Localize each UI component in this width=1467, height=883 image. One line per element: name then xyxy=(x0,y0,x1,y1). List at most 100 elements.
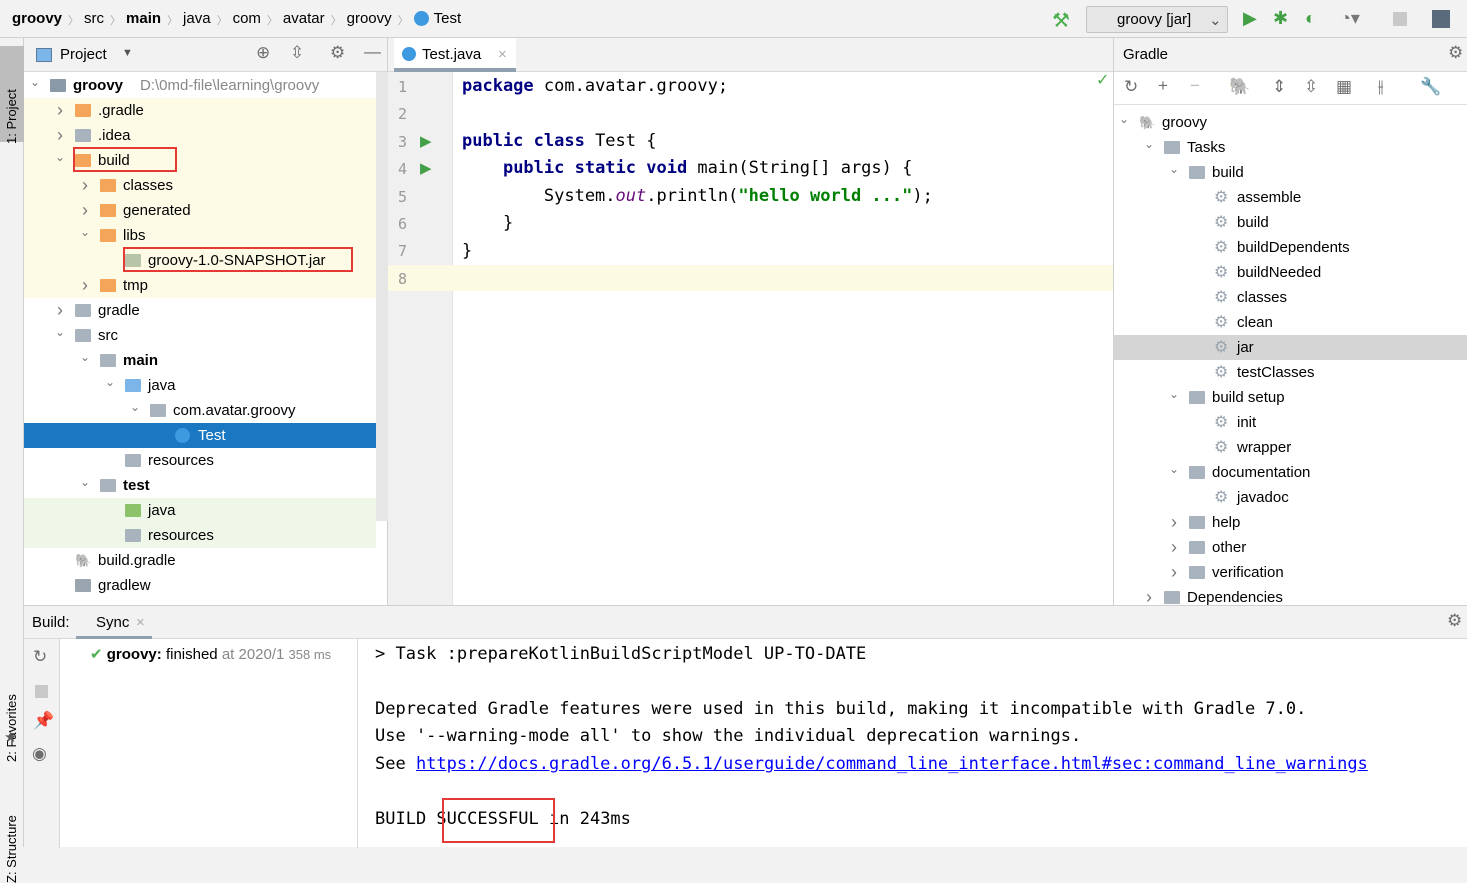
gear-icon[interactable]: ⚙ xyxy=(1448,43,1463,63)
breadcrumb-item[interactable]: avatar xyxy=(283,10,325,27)
run-gutter-icon[interactable]: ▶ xyxy=(420,132,432,150)
tree-item[interactable]: ⌄ java xyxy=(24,373,376,398)
locate-icon[interactable]: ⊕ xyxy=(256,43,270,63)
minus-icon[interactable]: − xyxy=(1190,76,1200,96)
tree-item[interactable]: › other xyxy=(1114,535,1467,560)
run-gutter-icon[interactable]: ▶ xyxy=(420,159,432,177)
chevron-right-icon[interactable]: › xyxy=(1167,535,1181,560)
tab-test-java[interactable]: Test.java × xyxy=(394,38,516,72)
tree-item[interactable]: 🐘 build.gradle xyxy=(24,548,376,573)
tree-item[interactable]: ⚙ assemble xyxy=(1114,185,1467,210)
tree-item[interactable]: ⚙ wrapper xyxy=(1114,435,1467,460)
tree-item[interactable]: › .gradle xyxy=(24,98,376,123)
run-config-dropdown[interactable]: groovy [jar] ⌄ xyxy=(1086,6,1228,33)
chevron-down-icon[interactable]: ⌄ xyxy=(53,323,67,341)
chevron-down-icon[interactable]: ⌄ xyxy=(1167,160,1181,178)
tree-item[interactable]: ⌄ test xyxy=(24,473,376,498)
breadcrumb-item[interactable]: main xyxy=(126,10,161,27)
chevron-down-icon[interactable]: ▼ xyxy=(122,47,133,59)
tree-item[interactable]: ⌄ documentation xyxy=(1114,460,1467,485)
code-line[interactable]: } xyxy=(462,213,513,233)
chevron-right-icon[interactable]: › xyxy=(53,298,67,323)
pin-icon[interactable]: 📌 xyxy=(33,711,54,731)
code-line[interactable]: System.out.println("hello world ..."); xyxy=(462,186,933,206)
project-view-selector[interactable]: Project xyxy=(60,46,107,63)
plus-icon[interactable]: + xyxy=(1158,76,1168,96)
gear-icon[interactable]: ⚙ xyxy=(330,43,345,63)
code-line[interactable]: } xyxy=(462,241,472,261)
chevron-down-icon[interactable]: ⌄ xyxy=(53,148,67,166)
tree-item[interactable]: › gradle xyxy=(24,298,376,323)
tree-item[interactable]: ⌄ src xyxy=(24,323,376,348)
chevron-right-icon[interactable]: › xyxy=(78,198,92,223)
stop-icon[interactable] xyxy=(35,685,48,698)
rerun-icon[interactable]: ↻ xyxy=(33,647,47,667)
debug-icon[interactable]: ✱ xyxy=(1273,8,1288,29)
collapse-all-icon[interactable]: ⇳ xyxy=(290,43,304,63)
tree-item[interactable]: ⚙ init xyxy=(1114,410,1467,435)
chevron-right-icon[interactable]: › xyxy=(1167,560,1181,585)
chevron-down-icon[interactable]: ⌄ xyxy=(1117,110,1131,128)
tree-item[interactable]: ⚙ classes xyxy=(1114,285,1467,310)
chevron-down-icon[interactable]: ⌄ xyxy=(103,373,117,391)
tree-item[interactable]: ⚙ clean xyxy=(1114,310,1467,335)
docs-link[interactable]: https://docs.gradle.org/6.5.1/userguide/… xyxy=(416,754,1368,774)
chevron-down-icon[interactable]: ⌄ xyxy=(28,73,42,91)
tree-item[interactable]: ⌄ libs xyxy=(24,223,376,248)
tree-item[interactable]: › classes xyxy=(24,173,376,198)
code-line[interactable]: public static void main(String[] args) { xyxy=(462,158,912,178)
hide-icon[interactable]: — xyxy=(364,42,381,62)
breadcrumb-item[interactable]: com xyxy=(233,10,261,27)
chevron-right-icon[interactable]: › xyxy=(1167,510,1181,535)
chevron-down-icon[interactable]: ⌄ xyxy=(78,348,92,366)
hammer-build-icon[interactable]: ⚒ xyxy=(1052,8,1070,33)
chevron-down-icon[interactable]: ⌄ xyxy=(1167,460,1181,478)
project-tool-tab[interactable]: 1: Project xyxy=(4,89,19,144)
tree-item[interactable]: java xyxy=(24,498,376,523)
chevron-down-icon[interactable]: ⌄ xyxy=(78,223,92,241)
tree-item[interactable]: ⌄ 🐘 groovy xyxy=(1114,110,1467,135)
chevron-right-icon[interactable]: › xyxy=(1142,585,1156,605)
tree-item[interactable]: ⌄ main xyxy=(24,348,376,373)
gear-icon[interactable]: ⚙ xyxy=(1447,611,1462,631)
tree-item[interactable]: ⚙ jar xyxy=(1114,335,1467,360)
tree-item[interactable]: ⚙ buildNeeded xyxy=(1114,260,1467,285)
expand-all-icon[interactable]: ⇕ xyxy=(1272,77,1286,97)
refresh-icon[interactable]: ↻ xyxy=(1124,77,1138,97)
chevron-right-icon[interactable]: › xyxy=(53,123,67,148)
tree-item[interactable]: › tmp xyxy=(24,273,376,298)
tree-item[interactable]: gradlew xyxy=(24,573,376,598)
tree-item[interactable]: ⚙ javadoc xyxy=(1114,485,1467,510)
chevron-down-icon[interactable]: ⌄ xyxy=(1142,135,1156,153)
chevron-down-icon[interactable]: ⌄ xyxy=(128,398,142,416)
chevron-down-icon[interactable]: ⌄ xyxy=(1167,385,1181,403)
breadcrumb-item[interactable]: java xyxy=(183,10,211,27)
breadcrumb-item[interactable]: src xyxy=(84,10,104,27)
code-line[interactable]: public class Test { xyxy=(462,131,656,151)
code-line[interactable]: package com.avatar.groovy; xyxy=(462,76,728,96)
collapse-all-icon[interactable]: ⇳ xyxy=(1304,77,1318,97)
stop-icon[interactable] xyxy=(1393,12,1407,26)
tree-item[interactable]: › help xyxy=(1114,510,1467,535)
execute-task-icon[interactable]: 🐘 xyxy=(1229,77,1250,97)
wrench-icon[interactable]: 🔧 xyxy=(1420,77,1441,97)
tree-item[interactable]: ⚙ testClasses xyxy=(1114,360,1467,385)
profile-icon[interactable]: ◔▾ xyxy=(1340,8,1360,29)
coverage-icon[interactable]: ◐ xyxy=(1305,8,1316,29)
tree-item[interactable]: › .idea xyxy=(24,123,376,148)
tree-item[interactable]: ⌄ build xyxy=(1114,160,1467,185)
tree-item[interactable]: ⚙ build xyxy=(1114,210,1467,235)
tab-sync[interactable]: Sync × xyxy=(76,606,152,639)
chevron-right-icon[interactable]: › xyxy=(53,98,67,123)
tree-item[interactable]: ⌄ Tasks xyxy=(1114,135,1467,160)
tree-item[interactable]: ⌄ com.avatar.groovy xyxy=(24,398,376,423)
scrollbar[interactable] xyxy=(376,72,388,521)
offline-mode-icon[interactable]: ⫲ xyxy=(1378,77,1384,97)
tree-item[interactable]: resources xyxy=(24,523,376,548)
breadcrumb-item[interactable]: Test xyxy=(434,10,462,27)
breadcrumb-item[interactable]: groovy xyxy=(347,10,392,27)
breadcrumb-item[interactable]: groovy xyxy=(12,10,62,27)
tree-item[interactable]: › generated xyxy=(24,198,376,223)
tree-item[interactable]: ⚙ buildDependents xyxy=(1114,235,1467,260)
chevron-down-icon[interactable]: ⌄ xyxy=(78,473,92,491)
